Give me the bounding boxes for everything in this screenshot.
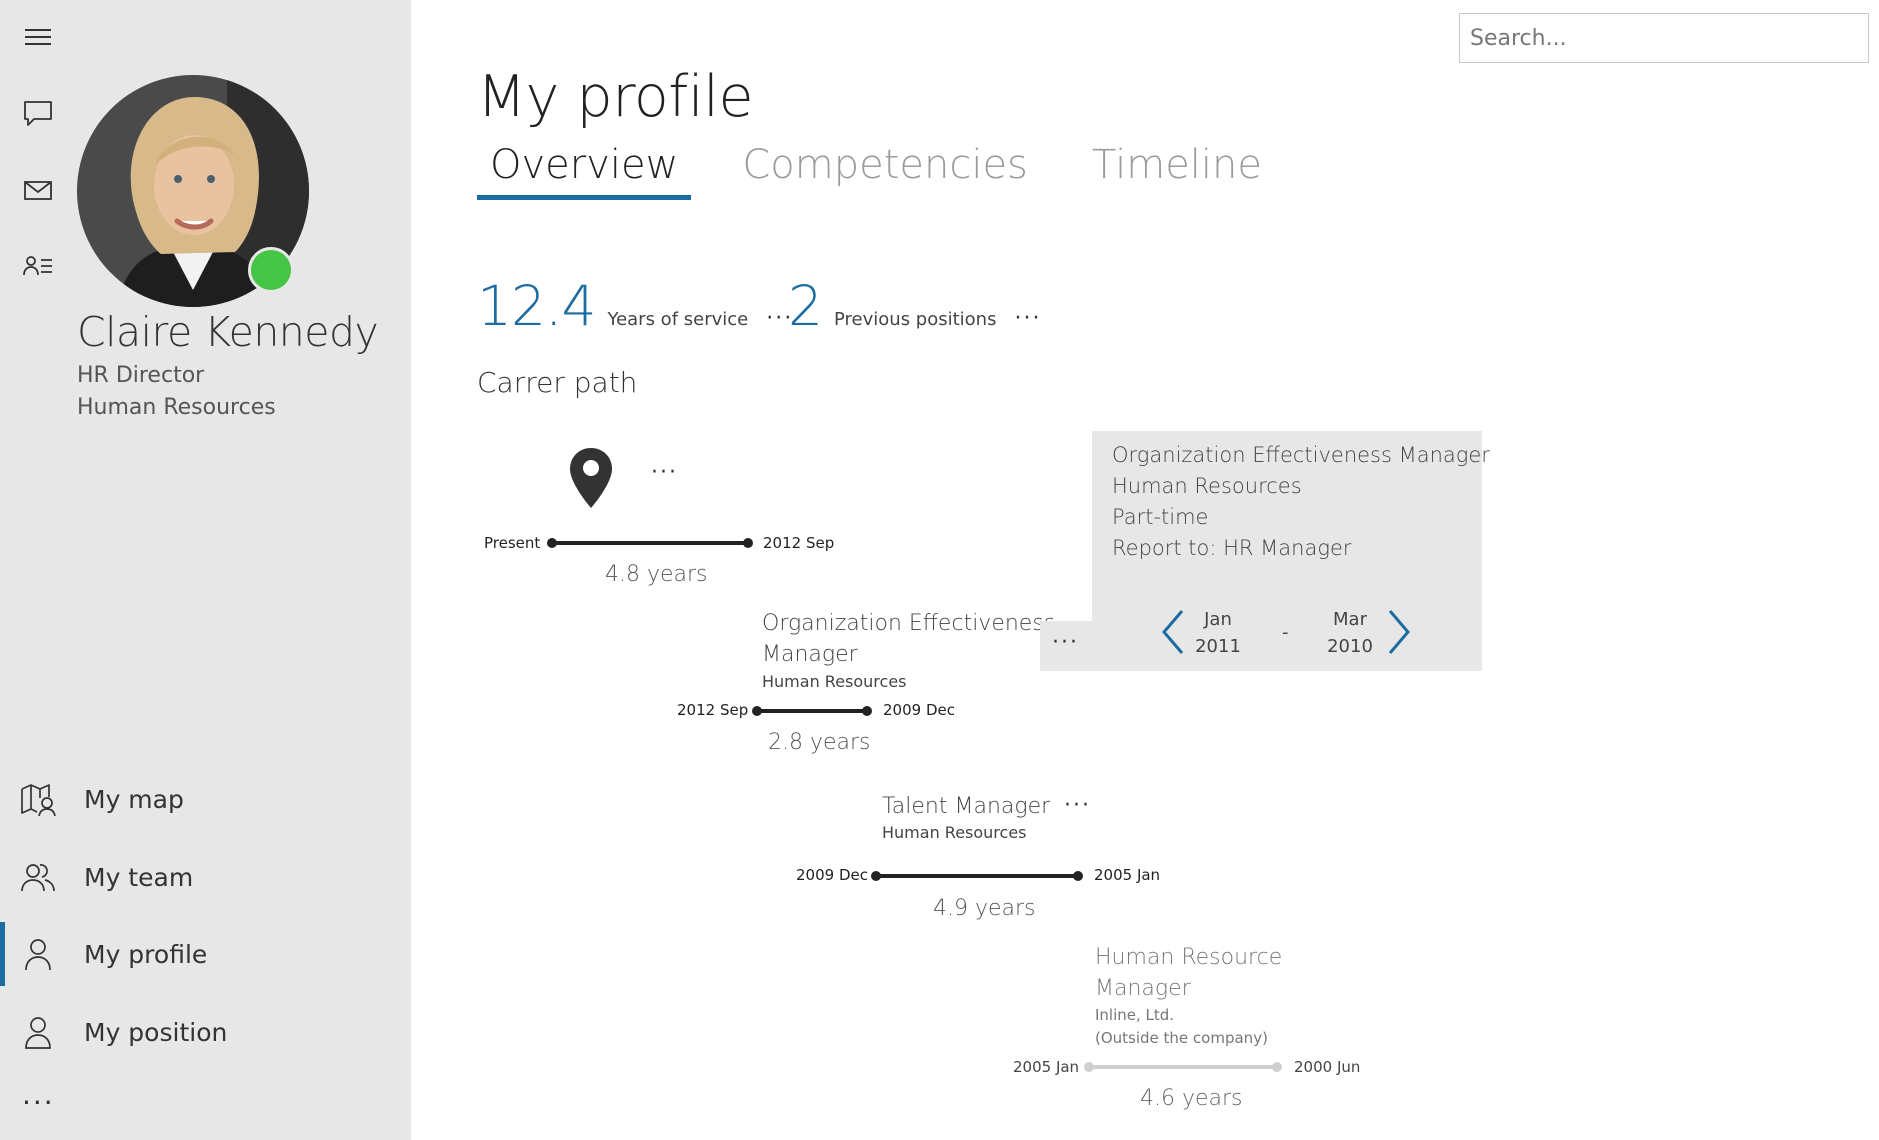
more-options-button[interactable]: ··· bbox=[22, 1086, 55, 1119]
tab-timeline[interactable]: Timeline bbox=[1079, 142, 1275, 196]
profile-role: HR Director bbox=[77, 363, 205, 388]
tab-competencies[interactable]: Competencies bbox=[729, 142, 1041, 196]
popup-to-year: 2010 bbox=[1327, 636, 1373, 657]
stat-value: 2 bbox=[788, 274, 823, 338]
tab-bar: Overview Competencies Timeline bbox=[477, 142, 1313, 200]
popup-to-month: Mar bbox=[1333, 609, 1367, 630]
contact-list-icon[interactable] bbox=[18, 246, 58, 286]
more-button[interactable]: ··· bbox=[1014, 306, 1041, 331]
profile-department: Human Resources bbox=[77, 395, 276, 420]
avatar[interactable] bbox=[77, 75, 309, 307]
popup-from-date: Jan 2011 bbox=[1188, 606, 1248, 660]
popup-from-month: Jan bbox=[1204, 609, 1232, 630]
search-input[interactable] bbox=[1459, 13, 1869, 63]
team-icon bbox=[18, 857, 58, 897]
timeline-start-date: 2005 Jan bbox=[1013, 1058, 1080, 1076]
timeline-end-date: 2005 Jan bbox=[1094, 866, 1161, 884]
nav-label: My profile bbox=[84, 939, 208, 969]
timeline-bar bbox=[1084, 1062, 1282, 1072]
timeline-duration: 4.8 years bbox=[605, 562, 708, 587]
position-title-line: Human Resource bbox=[1095, 945, 1283, 970]
tab-overview[interactable]: Overview bbox=[477, 142, 692, 200]
position-note: (Outside the company) bbox=[1095, 1029, 1268, 1047]
location-pin-icon bbox=[570, 448, 612, 508]
popup-employment-type: Part-time bbox=[1112, 505, 1209, 529]
hamburger-icon[interactable] bbox=[18, 17, 58, 57]
position-company: Inline, Ltd. bbox=[1095, 1006, 1175, 1024]
position-title: Human Resource Manager bbox=[1095, 942, 1282, 1004]
popup-to-date: Mar 2010 bbox=[1320, 606, 1380, 660]
person-icon bbox=[18, 1012, 58, 1052]
timeline-bar bbox=[752, 706, 872, 716]
chevron-left-icon[interactable] bbox=[1158, 608, 1188, 656]
stat-previous-positions: 2 Previous positions ··· bbox=[788, 274, 1041, 338]
presence-indicator bbox=[248, 247, 294, 293]
nav-item-my-team[interactable]: My team bbox=[0, 845, 411, 909]
nav-label: My map bbox=[84, 784, 184, 814]
position-title-line: Organization Effectiveness bbox=[762, 611, 1056, 636]
timeline-end-date: 2009 Dec bbox=[883, 701, 955, 719]
nav-label: My team bbox=[84, 862, 194, 892]
popup-reports-to: Report to: HR Manager bbox=[1112, 536, 1352, 560]
timeline-bar bbox=[871, 871, 1083, 881]
position-department: Human Resources bbox=[762, 672, 907, 691]
more-button[interactable]: ··· bbox=[651, 460, 678, 485]
map-person-icon bbox=[18, 779, 58, 819]
position-department: Human Resources bbox=[882, 823, 1027, 842]
popup-date-separator: - bbox=[1282, 622, 1289, 643]
popup-from-year: 2011 bbox=[1195, 636, 1241, 657]
page-title: My profile bbox=[477, 64, 754, 130]
timeline-bar bbox=[547, 538, 753, 548]
timeline-duration: 2.8 years bbox=[768, 730, 871, 755]
chat-icon[interactable] bbox=[18, 93, 58, 133]
timeline-end-date: 2000 Jun bbox=[1294, 1058, 1361, 1076]
nav-label: My position bbox=[84, 1017, 228, 1047]
timeline-duration: 4.9 years bbox=[933, 896, 1036, 921]
position-title: Talent Manager bbox=[882, 794, 1051, 819]
nav-item-my-position[interactable]: My position bbox=[0, 1000, 411, 1064]
popup-department: Human Resources bbox=[1112, 474, 1302, 498]
position-title: Organization Effectiveness Manager bbox=[762, 608, 1055, 670]
timeline-duration: 4.6 years bbox=[1140, 1086, 1243, 1111]
person-icon bbox=[18, 934, 58, 974]
career-path-title: Carrer path bbox=[477, 366, 638, 399]
nav-item-my-map[interactable]: My map bbox=[0, 767, 411, 831]
profile-name: Claire Kennedy bbox=[77, 308, 379, 356]
stat-value: 12.4 bbox=[477, 274, 596, 338]
timeline-start-date: 2012 Sep bbox=[677, 701, 749, 719]
stat-label: Years of service bbox=[607, 309, 749, 330]
more-button[interactable]: ··· bbox=[1052, 630, 1079, 655]
chevron-right-icon[interactable] bbox=[1384, 608, 1414, 656]
stat-label: Previous positions bbox=[834, 309, 997, 330]
position-title-line: Manager bbox=[1095, 976, 1191, 1001]
position-title-line: Manager bbox=[762, 642, 858, 667]
timeline-start-date: Present bbox=[484, 534, 541, 552]
sidebar: Claire Kennedy HR Director Human Resourc… bbox=[0, 0, 411, 1140]
nav-item-my-profile[interactable]: My profile bbox=[0, 922, 411, 986]
stat-years-of-service: 12.4 Years of service ··· bbox=[477, 274, 793, 338]
popup-title: Organization Effectiveness Manager bbox=[1112, 443, 1490, 467]
more-button[interactable]: ··· bbox=[1064, 793, 1091, 818]
timeline-start-date: 2009 Dec bbox=[796, 866, 868, 884]
mail-icon[interactable] bbox=[18, 170, 58, 210]
timeline-end-date: 2012 Sep bbox=[763, 534, 835, 552]
